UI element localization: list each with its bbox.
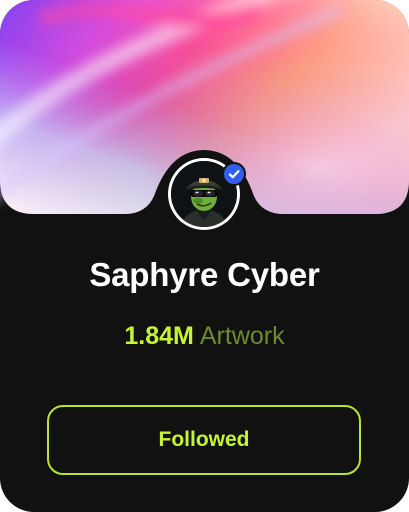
artwork-label: Artwork xyxy=(199,322,285,350)
artwork-stat: 1.84M Artwork xyxy=(0,322,409,351)
profile-name: Saphyre Cyber xyxy=(89,256,320,293)
verified-badge xyxy=(222,162,246,186)
profile-card: Saphyre Cyber 1.84M Artwork Followed xyxy=(0,0,409,512)
follow-button[interactable]: Followed xyxy=(47,405,361,475)
verified-check-icon xyxy=(228,170,240,179)
artwork-count: 1.84M xyxy=(124,322,194,350)
